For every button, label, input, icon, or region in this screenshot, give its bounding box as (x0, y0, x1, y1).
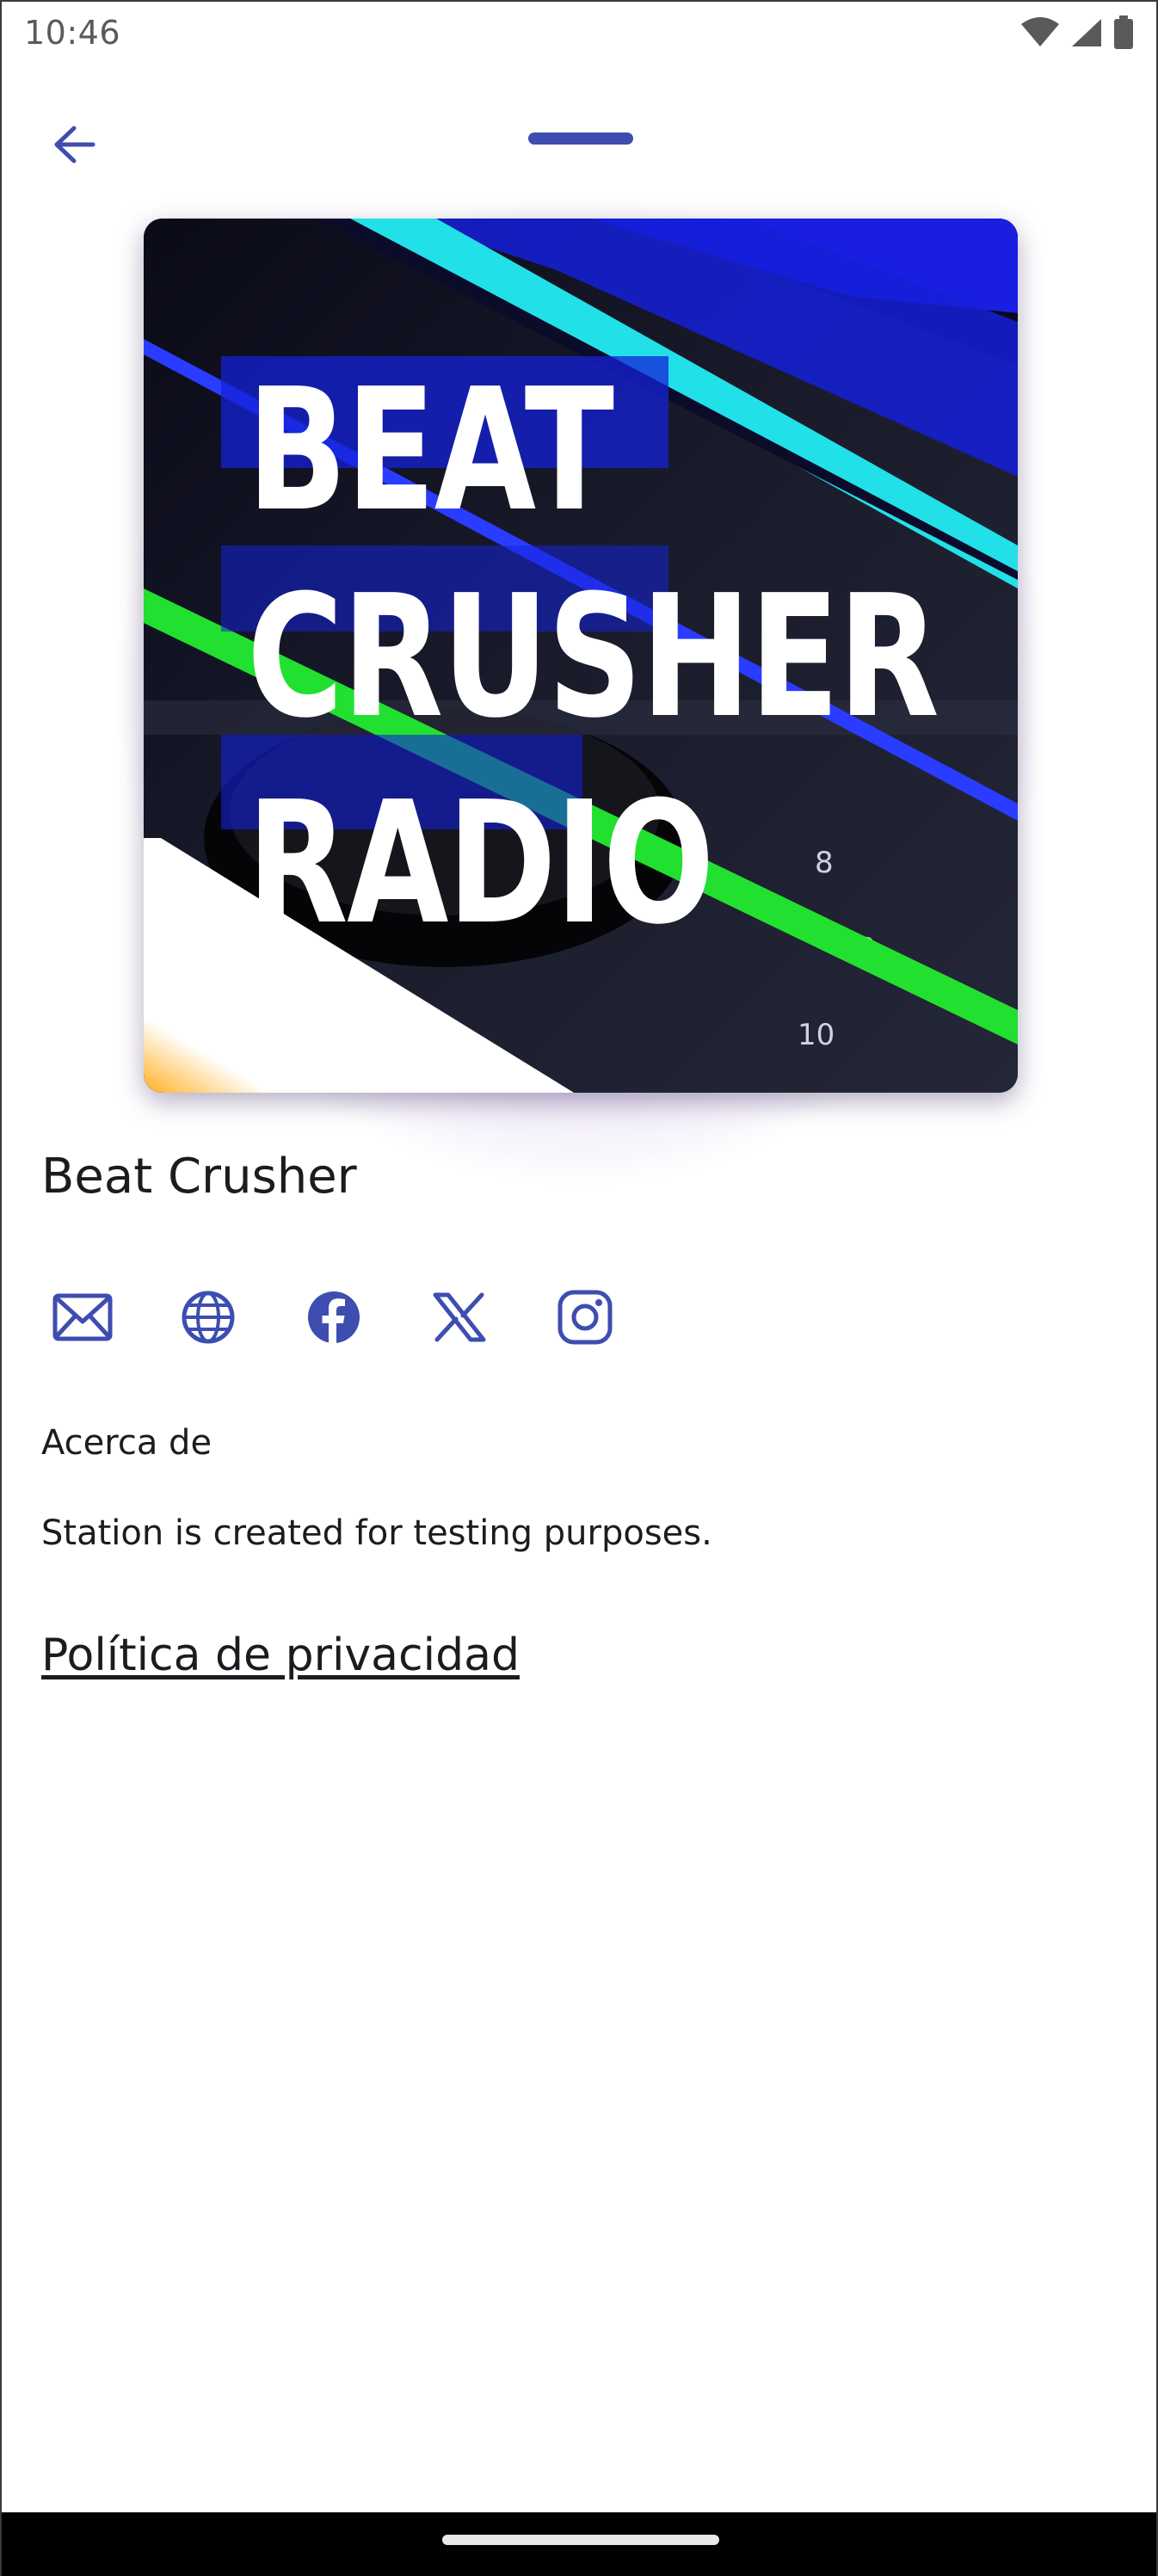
wifi-icon (1020, 17, 1060, 48)
battery-icon (1113, 15, 1134, 50)
back-button[interactable] (40, 112, 108, 181)
mail-icon (52, 1292, 113, 1346)
privacy-policy-link[interactable]: Política de privacidad (41, 1630, 520, 1681)
artwork-line-1: BEAT (247, 353, 614, 549)
navigation-bar (2, 2512, 1156, 2576)
status-icons (1020, 15, 1134, 50)
instagram-icon (557, 1290, 613, 1348)
status-bar: 10:46 (2, 2, 1156, 65)
signal-icon (1070, 17, 1103, 48)
x-button[interactable] (418, 1284, 501, 1354)
about-heading: Acerca de (41, 1423, 213, 1463)
instagram-button[interactable] (544, 1284, 626, 1354)
email-button[interactable] (41, 1284, 124, 1354)
home-indicator[interactable] (442, 2535, 719, 2545)
artwork-line-3: RADIO (247, 766, 715, 962)
social-links (41, 1284, 626, 1354)
station-name: Beat Crusher (41, 1149, 357, 1205)
globe-icon (181, 1290, 236, 1348)
facebook-icon (307, 1291, 360, 1347)
station-info-screen: 10:46 8 10 BEAT CRUSHER RADIO Beat Crush… (0, 0, 1158, 2576)
x-icon (433, 1292, 486, 1346)
top-bar (2, 96, 1156, 174)
artwork-title: BEAT CRUSHER RADIO (247, 348, 939, 967)
status-time: 10:46 (24, 14, 121, 52)
arrow-left-icon (52, 125, 96, 168)
drag-handle[interactable] (528, 132, 633, 145)
artwork-line-2: CRUSHER (247, 559, 939, 755)
facebook-button[interactable] (293, 1284, 375, 1354)
station-artwork: 8 9 10 BEAT CRUSHER RADIO (144, 219, 1018, 1093)
website-button[interactable] (167, 1284, 249, 1354)
svg-text:10: 10 (798, 1018, 835, 1052)
about-description: Station is created for testing purposes. (41, 1513, 712, 1553)
